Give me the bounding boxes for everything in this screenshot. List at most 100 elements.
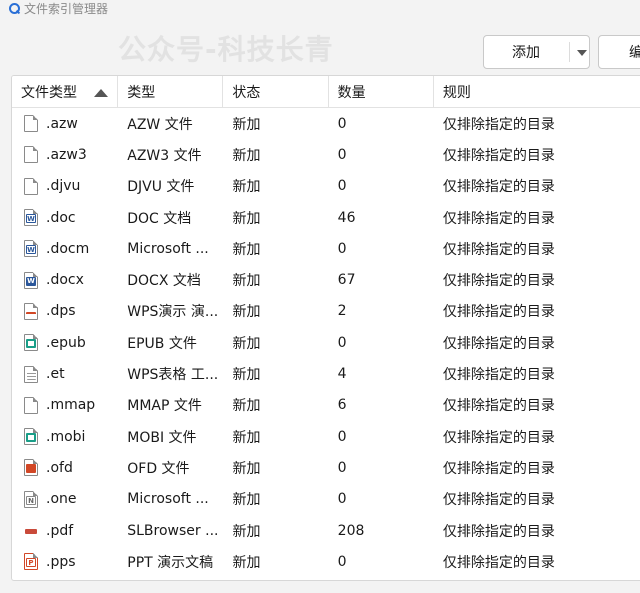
title-bar: 文件索引管理器 [0,0,640,16]
cell-count: 0 [337,428,347,445]
cell-file-type: .azw3 [12,139,118,170]
cell-rule: 仅排除指定的目录 [442,273,555,290]
cell-status: 新加 [232,147,261,164]
cell-type: AZW 文件 [127,116,193,133]
table-row[interactable]: .mobi MOBI 文件 新加 0 仅排除指定的目录 [12,421,640,452]
cell-status: 新加 [232,523,261,540]
cell-count: 6 [337,397,347,414]
search-icon [9,2,20,14]
spreadsheet-icon [24,365,38,383]
file-extension: .pps [46,553,76,570]
cell-type: OFD 文件 [127,460,190,477]
cell-status: 新加 [232,210,261,227]
sort-ascending-icon [94,89,108,97]
table-row[interactable]: .djvu DJVU 文件 新加 0 仅排除指定的目录 [12,171,640,202]
cell-status: 新加 [232,367,261,384]
file-extension: .dps [46,303,76,320]
cell-rule: 仅排除指定的目录 [442,335,555,352]
cell-type: Microsoft ... [127,240,209,257]
cell-type: DJVU 文件 [127,179,195,196]
cell-rule: 仅排除指定的目录 [442,179,555,196]
table-row[interactable]: P .pps PPT 演示文稿 新加 0 仅排除指定的目录 [12,546,640,577]
column-header-status[interactable]: 状态 [223,76,329,108]
cell-count: 4 [337,366,347,383]
cell-file-type: N .one [12,484,118,515]
table-row[interactable]: .epub EPUB 文件 新加 0 仅排除指定的目录 [12,327,640,358]
word-doc-icon: W [24,240,38,258]
table-row[interactable]: .pdf SLBrowser ... 新加 208 仅排除指定的目录 [12,515,640,546]
add-split-button[interactable]: 添加 [483,35,590,69]
cell-file-type: .et [12,358,118,389]
cell-type: MOBI 文件 [127,429,197,446]
cell-count: 0 [337,240,347,257]
cell-rule: 仅排除指定的目录 [442,523,555,540]
file-extension: .mobi [46,428,86,445]
add-button-label: 添加 [512,45,540,61]
file-extension: .azw [46,115,78,132]
blank-file-icon [24,396,38,414]
table-row[interactable]: W .doc DOC 文档 新加 46 仅排除指定的目录 [12,202,640,233]
pdf-icon [24,522,38,539]
table-row[interactable]: W .docx DOCX 文档 新加 67 仅排除指定的目录 [12,264,640,295]
file-extension: .djvu [46,178,81,195]
word-docx-icon: W [24,271,38,289]
cell-status: 新加 [232,492,261,509]
column-header-count[interactable]: 数量 [329,76,434,108]
file-extension: .one [46,491,77,508]
table-row[interactable]: .azw AZW 文件 新加 0 仅排除指定的目录 [12,108,640,139]
cell-rule: 仅排除指定的目录 [442,554,555,571]
table-row[interactable]: .dps WPS演示 演... 新加 2 仅排除指定的目录 [12,296,640,327]
file-extension: .docx [46,272,84,289]
cell-count: 0 [337,334,347,351]
cell-file-type: .azw [12,108,118,139]
powerpoint-icon: P [24,553,38,571]
cell-status: 新加 [232,116,261,133]
table-row[interactable]: .et WPS表格 工... 新加 4 仅排除指定的目录 [12,358,640,389]
watermark: 公众号-科技长青 [118,33,334,66]
cell-count: 46 [337,209,356,226]
cell-count: 0 [337,553,347,570]
column-header-type[interactable]: 类型 [118,76,224,108]
file-extension: .docm [46,240,90,257]
table-row[interactable]: N .one Microsoft ... 新加 0 仅排除指定的目录 [12,484,640,515]
file-extension: .epub [46,334,86,351]
window-title: 文件索引管理器 [24,1,109,16]
onenote-icon: N [24,490,38,508]
table-row[interactable]: W .docm Microsoft ... 新加 0 仅排除指定的目录 [12,233,640,264]
chevron-down-icon[interactable] [577,50,587,56]
cell-status: 新加 [232,554,261,571]
cell-count: 0 [337,491,347,508]
cell-count: 0 [337,459,347,476]
cell-rule: 仅排除指定的目录 [442,147,555,164]
table-row[interactable]: .ofd OFD 文件 新加 0 仅排除指定的目录 [12,452,640,483]
cell-type: DOCX 文档 [127,273,201,290]
column-header-file-type[interactable]: 文件类型 [12,76,119,108]
cell-status: 新加 [232,273,261,290]
cell-file-type: .dps [12,296,118,327]
blank-file-icon [24,146,38,164]
cell-type: WPS演示 演... [127,304,219,321]
table-body: .azw AZW 文件 新加 0 仅排除指定的目录 .azw3 AZW3 文件 新加 0 仅排除指… [12,108,640,577]
ofd-file-icon [24,459,38,477]
table-header: 文件类型 类型 状态 数量 规则 [12,76,640,108]
cell-file-type: P .pps [12,546,118,577]
edit-button[interactable]: 编 [598,35,640,69]
table-row[interactable]: .mmap MMAP 文件 新加 6 仅排除指定的目录 [12,390,640,421]
cell-count: 0 [337,115,347,132]
file-extension: .azw3 [46,146,87,163]
wps-presentation-icon [24,302,38,320]
cell-rule: 仅排除指定的目录 [442,460,555,477]
cell-file-type: W .docm [12,233,118,264]
cell-status: 新加 [232,335,261,352]
cell-type: EPUB 文件 [127,335,197,352]
cell-count: 67 [337,272,356,289]
cell-file-type: W .docx [12,264,118,295]
cell-type: AZW3 文件 [127,147,202,164]
table-row[interactable]: .azw3 AZW3 文件 新加 0 仅排除指定的目录 [12,139,640,170]
cell-rule: 仅排除指定的目录 [442,116,555,133]
column-header-rule[interactable]: 规则 [434,76,640,108]
blank-file-icon [24,115,38,133]
cell-rule: 仅排除指定的目录 [442,429,555,446]
cell-status: 新加 [232,179,261,196]
edit-button-label: 编 [629,45,640,61]
